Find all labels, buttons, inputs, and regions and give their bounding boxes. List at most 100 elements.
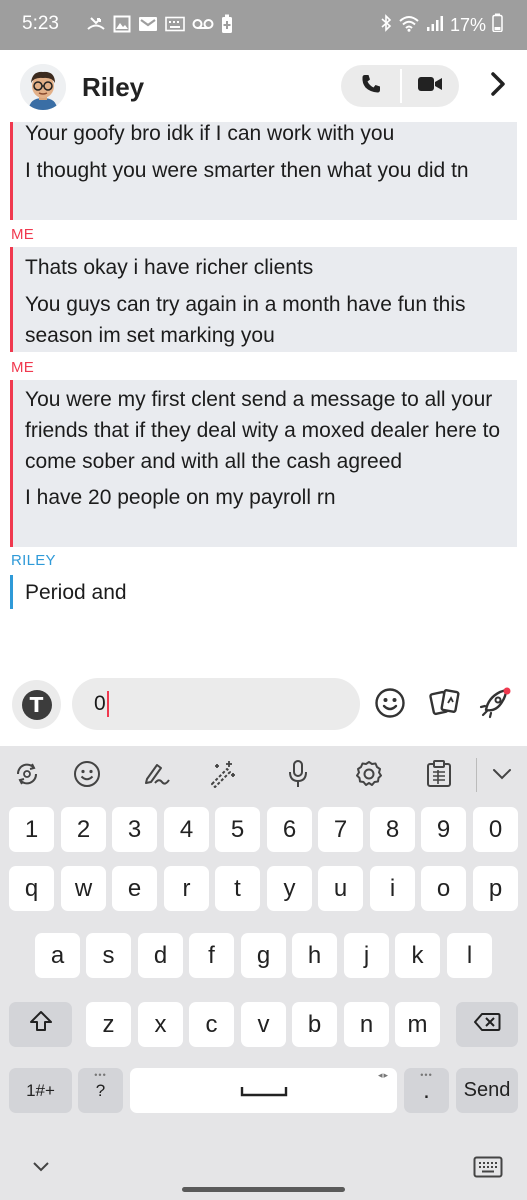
home-indicator[interactable] [182, 1187, 345, 1192]
key-w[interactable]: w [61, 866, 106, 911]
key-e[interactable]: e [112, 866, 157, 911]
key-h[interactable]: h [292, 933, 337, 978]
period-key[interactable]: ••• . [404, 1068, 449, 1113]
text-style-label: T [21, 689, 52, 720]
switch-keyboard-button[interactable] [472, 1156, 504, 1182]
key-l[interactable]: l [447, 933, 492, 978]
symbols-key[interactable]: 1#+ [9, 1068, 72, 1113]
key-c[interactable]: c [189, 1002, 234, 1047]
chat-message[interactable]: Your goofy bro idk if I can work with yo… [13, 122, 517, 149]
handwriting-button[interactable] [140, 760, 172, 792]
key-m[interactable]: m [395, 1002, 440, 1047]
message-group: Thats okay i have richer clients You guy… [10, 247, 517, 352]
emoji-button[interactable] [373, 687, 407, 722]
key-y[interactable]: y [267, 866, 312, 911]
message-group: Your goofy bro idk if I can work with yo… [10, 122, 517, 220]
text-style-button[interactable]: T [12, 680, 61, 729]
video-camera-icon [417, 75, 443, 98]
gmail-icon [138, 16, 158, 37]
cards-button[interactable] [428, 688, 462, 722]
hide-toolbar-button[interactable] [486, 760, 518, 792]
chat-header: Riley [0, 50, 527, 122]
space-key[interactable]: ◂▸ [130, 1068, 397, 1113]
chat-thread[interactable]: Your goofy bro idk if I can work with yo… [0, 122, 527, 662]
key-r[interactable]: r [164, 866, 209, 911]
message-composer: T 0 [0, 662, 527, 746]
key-4[interactable]: 4 [164, 807, 209, 852]
keyboard-settings-button[interactable] [353, 760, 385, 792]
voice-call-button[interactable] [341, 65, 400, 107]
chat-message[interactable]: Thats okay i have richer clients [13, 247, 517, 283]
key-9[interactable]: 9 [421, 807, 466, 852]
video-call-button[interactable] [400, 65, 459, 107]
voice-input-button[interactable] [282, 759, 314, 792]
key-z[interactable]: z [86, 1002, 131, 1047]
key-3[interactable]: 3 [112, 807, 157, 852]
signal-icon [426, 14, 444, 37]
send-key[interactable]: Send [456, 1068, 518, 1113]
keyboard-mode-button[interactable] [11, 760, 43, 792]
clipboard-button[interactable] [423, 759, 455, 794]
chat-input[interactable]: 0 [72, 678, 360, 730]
hide-keyboard-button[interactable] [28, 1158, 54, 1180]
keyboard-toolbar [0, 746, 527, 804]
chevron-down-icon [491, 767, 513, 786]
battery-percent: 17% [449, 14, 486, 35]
key-k[interactable]: k [395, 933, 440, 978]
rocket-icon [478, 686, 512, 725]
key-t[interactable]: t [215, 866, 260, 911]
question-key[interactable]: ••• ? [78, 1068, 123, 1113]
games-button[interactable] [478, 686, 512, 725]
key-0[interactable]: 0 [473, 807, 518, 852]
key-a[interactable]: a [35, 933, 80, 978]
keyboard: 1 2 3 4 5 6 7 8 9 0 q w e r t y u i o p … [0, 746, 527, 1200]
key-u[interactable]: u [318, 866, 363, 911]
backspace-key[interactable] [456, 1002, 518, 1047]
key-d[interactable]: d [138, 933, 183, 978]
key-b[interactable]: b [292, 1002, 337, 1047]
clipboard-icon [424, 759, 454, 794]
cards-icon [428, 686, 462, 725]
message-group: You were my first clent send a message t… [10, 380, 517, 547]
key-i[interactable]: i [370, 866, 415, 911]
keyboard-emoji-button[interactable] [71, 760, 103, 792]
period-key-label: . [423, 1076, 430, 1104]
phone-icon [360, 73, 382, 100]
chat-message[interactable]: I thought you were smarter then what you… [13, 149, 517, 186]
key-5[interactable]: 5 [215, 807, 260, 852]
chat-message[interactable]: Period and [13, 575, 517, 608]
contact-name[interactable]: Riley [82, 72, 144, 103]
settings-icon [354, 759, 384, 794]
key-x[interactable]: x [138, 1002, 183, 1047]
key-s[interactable]: s [86, 933, 131, 978]
status-bar: 5:23 17% [0, 0, 527, 50]
key-1[interactable]: 1 [9, 807, 54, 852]
key-g[interactable]: g [241, 933, 286, 978]
rotate-icon [12, 759, 42, 794]
key-6[interactable]: 6 [267, 807, 312, 852]
key-p[interactable]: p [473, 866, 518, 911]
chevron-right-icon [489, 71, 507, 102]
key-n[interactable]: n [344, 1002, 389, 1047]
bitmoji-avatar-icon [20, 64, 66, 110]
key-f[interactable]: f [189, 933, 234, 978]
sender-label: ME [11, 226, 35, 243]
open-profile-button[interactable] [485, 70, 511, 102]
key-8[interactable]: 8 [370, 807, 415, 852]
chat-message[interactable]: You guys can try again in a month have f… [13, 283, 517, 351]
chat-message[interactable]: I have 20 people on my payroll rn [13, 477, 517, 513]
call-actions [341, 65, 459, 107]
key-q[interactable]: q [9, 866, 54, 911]
magic-wand-button[interactable] [206, 760, 238, 792]
key-o[interactable]: o [421, 866, 466, 911]
avatar[interactable] [20, 64, 66, 110]
key-2[interactable]: 2 [61, 807, 106, 852]
chat-message[interactable]: You were my first clent send a message t… [13, 380, 517, 477]
key-v[interactable]: v [241, 1002, 286, 1047]
shift-key[interactable] [9, 1002, 72, 1047]
key-7[interactable]: 7 [318, 807, 363, 852]
chevron-down-icon [32, 1160, 50, 1178]
missed-call-icon [86, 15, 106, 38]
key-j[interactable]: j [344, 933, 389, 978]
navigation-bar [0, 1146, 527, 1200]
